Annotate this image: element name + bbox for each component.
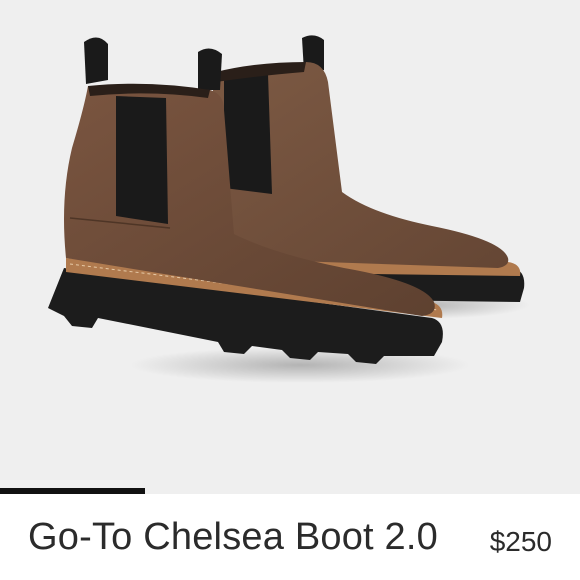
product-price: $250	[489, 526, 552, 557]
product-title[interactable]: Go-To Chelsea Boot 2.0	[28, 516, 438, 559]
product-caption: Go-To Chelsea Boot 2.0 $250	[0, 494, 580, 580]
product-image[interactable]	[0, 0, 580, 490]
product-card[interactable]: Go-To Chelsea Boot 2.0 $250	[0, 0, 580, 580]
boots-illustration	[48, 35, 530, 383]
